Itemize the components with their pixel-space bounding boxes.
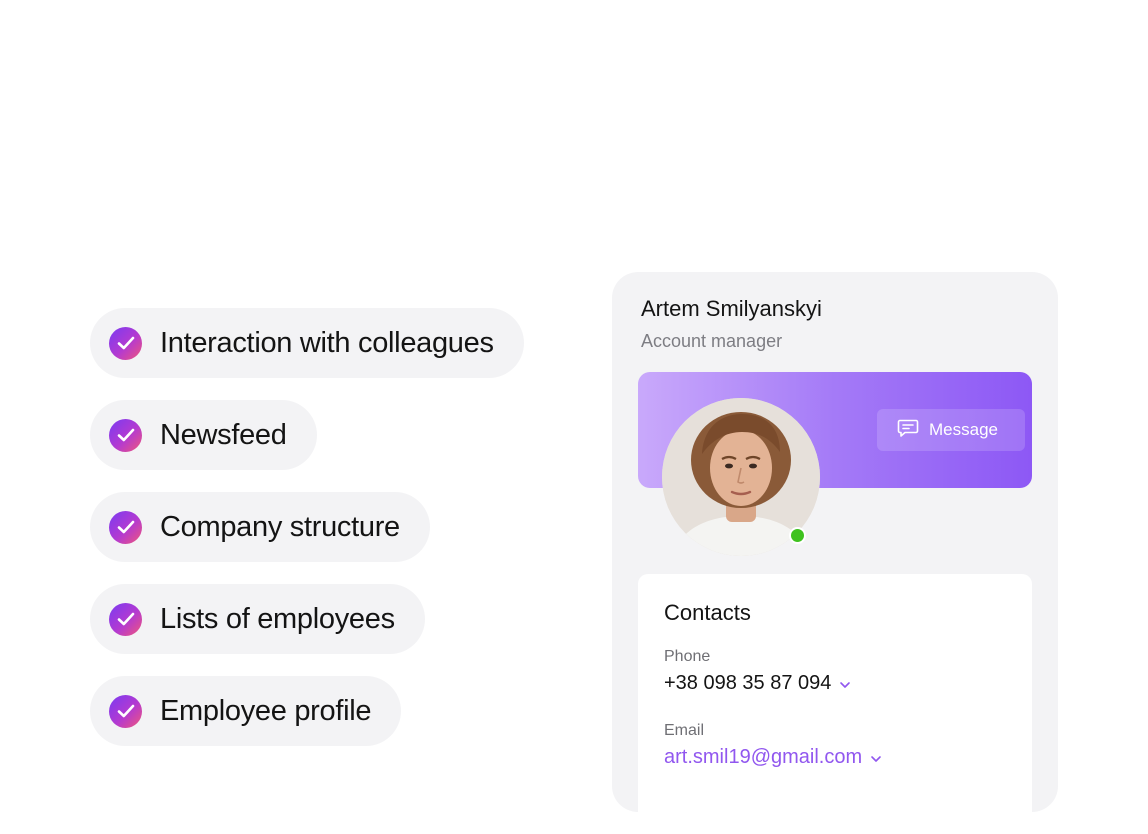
message-button[interactable]: Message: [877, 409, 1025, 451]
check-circle-icon: [109, 602, 142, 636]
message-button-label: Message: [929, 420, 998, 439]
check-circle-icon: [109, 326, 142, 360]
check-circle-icon: [109, 418, 142, 452]
feature-item-newsfeed: Newsfeed: [90, 400, 317, 470]
feature-item-lists-of-employees: Lists of employees: [90, 584, 425, 654]
chevron-down-icon[interactable]: [839, 672, 851, 695]
feature-item-interaction: Interaction with colleagues: [90, 308, 524, 378]
chevron-down-icon[interactable]: [870, 746, 882, 769]
email-value-row[interactable]: art.smil19@gmail.com: [664, 746, 882, 769]
contacts-section: Contacts Phone +38 098 35 87 094 Email a…: [638, 574, 1032, 834]
feature-label: Newsfeed: [160, 418, 287, 451]
feature-item-employee-profile: Employee profile: [90, 676, 402, 746]
feature-item-company-structure: Company structure: [90, 492, 430, 562]
check-circle-icon: [109, 694, 142, 728]
email-value[interactable]: art.smil19@gmail.com: [664, 746, 862, 769]
feature-label: Company structure: [160, 510, 400, 543]
feature-label: Interaction with colleagues: [160, 326, 494, 359]
profile-name: Artem Smilyanskyi: [641, 296, 822, 321]
profile-card: Artem Smilyanskyi Account manager Messag…: [612, 272, 1058, 834]
check-circle-icon: [109, 510, 142, 544]
online-status-indicator: [789, 527, 806, 544]
contacts-title: Contacts: [664, 600, 751, 625]
feature-label: Employee profile: [160, 694, 372, 727]
phone-value-row[interactable]: +38 098 35 87 094: [664, 672, 851, 695]
email-label: Email: [664, 722, 705, 739]
phone-label: Phone: [664, 648, 711, 665]
phone-value: +38 098 35 87 094: [664, 672, 832, 694]
profile-role: Account manager: [641, 331, 783, 351]
chat-bubble-icon: [897, 418, 929, 443]
feature-label: Lists of employees: [160, 602, 395, 635]
